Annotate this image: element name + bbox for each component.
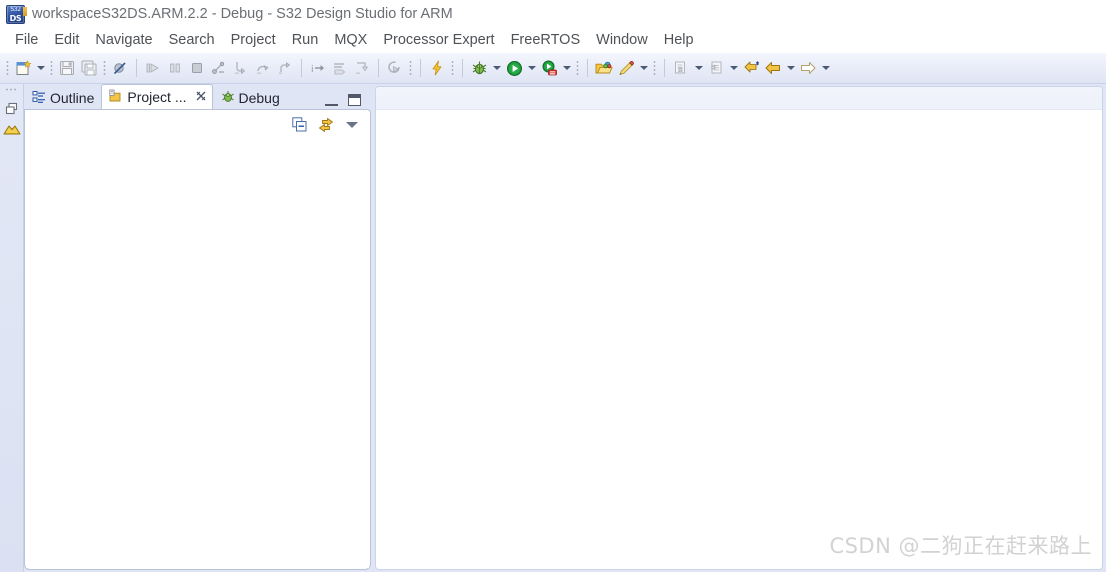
debug-dropdown-arrow[interactable] bbox=[490, 57, 503, 79]
app-icon-top-text: S32 bbox=[10, 5, 21, 13]
toolbar-grip-4[interactable] bbox=[409, 59, 412, 77]
menu-item-processor-expert[interactable]: Processor Expert bbox=[375, 30, 502, 51]
perspective-gold-icon[interactable] bbox=[0, 119, 23, 141]
debug-button[interactable] bbox=[468, 57, 490, 79]
editor-area[interactable] bbox=[375, 86, 1103, 570]
previous-annotation-dropdown-arrow[interactable] bbox=[727, 57, 740, 79]
project-explorer-view-stack: Outline Project ... Debug bbox=[24, 84, 371, 570]
skip-all-breakpoints-button[interactable] bbox=[109, 57, 131, 79]
project-explorer-panel bbox=[24, 109, 371, 570]
fast-view-bar bbox=[0, 84, 24, 572]
open-resource-button[interactable] bbox=[593, 57, 615, 79]
disconnect-button[interactable] bbox=[208, 57, 230, 79]
svg-text:i: i bbox=[311, 65, 314, 75]
new-wizard-dropdown-arrow[interactable] bbox=[34, 57, 47, 79]
run-dropdown-arrow[interactable] bbox=[525, 57, 538, 79]
minimize-view-button[interactable] bbox=[325, 94, 338, 106]
next-annotation-dropdown-arrow[interactable] bbox=[692, 57, 705, 79]
back-dropdown-arrow[interactable] bbox=[784, 57, 797, 79]
workbench: Outline Project ... Debug CSDN @二狗正在赶来路上 bbox=[0, 84, 1106, 572]
view-menu-button[interactable] bbox=[344, 116, 360, 134]
toolbar-grip[interactable] bbox=[6, 59, 9, 77]
restart-button[interactable] bbox=[384, 57, 406, 79]
pin-editor-button[interactable] bbox=[615, 57, 637, 79]
step-into-selection-button[interactable] bbox=[351, 57, 373, 79]
new-wizard-button[interactable] bbox=[12, 57, 34, 79]
suspend-button[interactable] bbox=[164, 57, 186, 79]
drop-to-frame-button[interactable] bbox=[329, 57, 351, 79]
save-button[interactable] bbox=[56, 57, 78, 79]
toolbar-separator-3 bbox=[378, 59, 379, 77]
chevron-down-icon bbox=[346, 121, 358, 128]
menu-item-window[interactable]: Window bbox=[588, 30, 656, 51]
next-annotation-button[interactable] bbox=[670, 57, 692, 79]
toolbar-separator-1 bbox=[136, 59, 137, 77]
menu-item-file[interactable]: File bbox=[7, 30, 46, 51]
tab-project-explorer-label: Project ... bbox=[127, 89, 187, 105]
forward-dropdown-arrow[interactable] bbox=[819, 57, 832, 79]
editor-tab-strip bbox=[376, 87, 1102, 110]
instruction-stepping-button[interactable]: i bbox=[307, 57, 329, 79]
debug-bug-icon bbox=[221, 90, 235, 107]
toolbar-separator-4 bbox=[420, 59, 421, 77]
menu-item-run[interactable]: Run bbox=[284, 30, 327, 51]
menu-item-navigate[interactable]: Navigate bbox=[87, 30, 160, 51]
last-edit-location-button[interactable] bbox=[740, 57, 762, 79]
tab-outline[interactable]: Outline bbox=[24, 86, 101, 109]
save-all-button[interactable] bbox=[78, 57, 100, 79]
close-icon[interactable] bbox=[196, 91, 206, 103]
profile-dropdown-arrow[interactable] bbox=[560, 57, 573, 79]
build-button[interactable] bbox=[426, 57, 448, 79]
forward-button[interactable] bbox=[797, 57, 819, 79]
toolbar-grip-2[interactable] bbox=[50, 59, 53, 77]
outline-icon bbox=[32, 90, 46, 107]
title-bar: S32 DS workspaceS32DS.ARM.2.2 - Debug - … bbox=[0, 0, 1106, 28]
collapse-all-button[interactable] bbox=[290, 116, 308, 134]
main-toolbar: i bbox=[0, 53, 1106, 84]
restore-icon[interactable] bbox=[0, 97, 23, 119]
profile-button[interactable] bbox=[538, 57, 560, 79]
terminate-button[interactable] bbox=[186, 57, 208, 79]
menu-item-freertos[interactable]: FreeRTOS bbox=[503, 30, 589, 51]
toolbar-separator-7 bbox=[664, 59, 665, 77]
menu-item-search[interactable]: Search bbox=[161, 30, 223, 51]
toolbar-grip-5[interactable] bbox=[451, 59, 454, 77]
link-with-editor-button[interactable] bbox=[317, 116, 335, 134]
app-icon-bottom-text: DS bbox=[9, 13, 22, 23]
watermark: CSDN @二狗正在赶来路上 bbox=[829, 534, 1092, 558]
step-return-button[interactable] bbox=[274, 57, 296, 79]
step-into-button[interactable] bbox=[230, 57, 252, 79]
run-button[interactable] bbox=[503, 57, 525, 79]
menu-item-help[interactable]: Help bbox=[656, 30, 702, 51]
toolbar-grip-7[interactable] bbox=[653, 59, 656, 77]
toolbar-separator-2 bbox=[301, 59, 302, 77]
tab-debug[interactable]: Debug bbox=[213, 86, 287, 109]
tab-project-explorer[interactable]: Project ... bbox=[101, 84, 213, 109]
fast-view-grip[interactable] bbox=[5, 88, 18, 91]
view-tab-row: Outline Project ... Debug bbox=[24, 84, 371, 109]
app-icon-corner bbox=[23, 6, 27, 16]
s32ds-app-icon: S32 DS bbox=[6, 4, 27, 24]
previous-annotation-button[interactable] bbox=[705, 57, 727, 79]
tab-outline-label: Outline bbox=[50, 90, 95, 106]
resume-button[interactable] bbox=[142, 57, 164, 79]
toolbar-separator-5 bbox=[462, 59, 463, 77]
view-stack-controls bbox=[325, 94, 371, 109]
menu-item-edit[interactable]: Edit bbox=[46, 30, 87, 51]
menu-item-project[interactable]: Project bbox=[223, 30, 284, 51]
toolbar-grip-3[interactable] bbox=[103, 59, 106, 77]
step-over-button[interactable] bbox=[252, 57, 274, 79]
project-explorer-content[interactable] bbox=[26, 139, 369, 568]
menu-bar: File Edit Navigate Search Project Run MQ… bbox=[0, 28, 1106, 53]
view-toolbar bbox=[25, 110, 370, 134]
project-explorer-icon bbox=[109, 89, 123, 106]
pin-editor-dropdown-arrow[interactable] bbox=[637, 57, 650, 79]
back-button[interactable] bbox=[762, 57, 784, 79]
toolbar-separator-6 bbox=[587, 59, 588, 77]
menu-item-mqx[interactable]: MQX bbox=[326, 30, 375, 51]
toolbar-grip-6[interactable] bbox=[576, 59, 579, 77]
maximize-view-button[interactable] bbox=[348, 94, 361, 106]
window-title: workspaceS32DS.ARM.2.2 - Debug - S32 Des… bbox=[32, 6, 453, 22]
tab-debug-label: Debug bbox=[238, 90, 280, 106]
